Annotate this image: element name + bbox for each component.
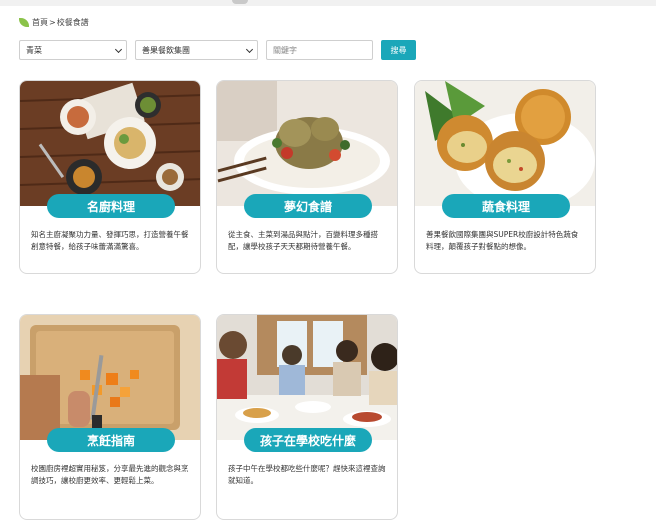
card-title-badge: 烹飪指南 — [47, 428, 175, 452]
recipe-card-dream[interactable]: 夢幻食譜 從主食、主菜到湯品與點汁，百變料理多種搭配，讓學校孩子天天都期待營養午… — [216, 80, 398, 274]
card-description: 從主食、主菜到湯品與點汁，百變料理多種搭配，讓學校孩子天天都期待營養午餐。 — [228, 230, 378, 251]
brand-select[interactable]: 善果餐飲集團 — [135, 40, 258, 60]
recipe-card-chef[interactable]: 名廚料理 知名主廚凝聚功力量、發揮巧思，打造營養午餐創意特餐，給孩子味蕾滿滿驚喜… — [19, 80, 201, 274]
brand-select-value: 善果餐飲集團 — [142, 45, 190, 55]
top-bar — [0, 0, 656, 6]
search-button[interactable]: 搜尋 — [381, 40, 416, 60]
card-description: 校園廚房裡超實用秘笈，分享最先進的觀念與烹調技巧，讓校廚更效率、更輕鬆上菜。 — [31, 464, 189, 485]
leaf-icon — [19, 17, 29, 27]
dream-recipe-photo — [217, 81, 397, 206]
card-description: 知名主廚凝聚功力量、發揮巧思，打造營養午餐創意特餐，給孩子味蕾滿滿驚喜。 — [31, 230, 189, 251]
chevron-down-icon — [245, 45, 254, 54]
card-title-badge: 孩子在學校吃什麼 — [244, 428, 372, 452]
breadcrumb: 首頁 > 校餐食譜 — [19, 15, 89, 29]
recipe-card-school-lunch[interactable]: 孩子在學校吃什麼 孩子中午在學校都吃些什麼呢？趕快來這裡查詢就知道。 — [216, 314, 398, 520]
breadcrumb-separator: > — [49, 17, 56, 27]
category-select-value: 青菜 — [26, 45, 42, 55]
keyword-field[interactable] — [266, 40, 373, 60]
recipe-card-vegetarian[interactable]: 蔬食料理 善果餐飲國際集團與SUPER校廚設計特色蔬食料理，顛覆孩子對餐點的想像… — [414, 80, 596, 274]
vegetarian-dish-photo — [415, 81, 595, 206]
category-select[interactable]: 青菜 — [19, 40, 127, 60]
keyword-input[interactable] — [273, 45, 366, 55]
card-description: 孩子中午在學校都吃些什麼呢？趕快來這裡查詢就知道。 — [228, 464, 386, 485]
chevron-down-icon — [114, 45, 123, 54]
card-description: 善果餐飲國際集團與SUPER校廚設計特色蔬食料理，顛覆孩子對餐點的想像。 — [426, 230, 579, 251]
breadcrumb-current: 校餐食譜 — [56, 17, 89, 27]
card-title-badge: 名廚料理 — [47, 194, 175, 218]
school-lunch-photo — [217, 315, 397, 440]
recipe-card-cooking-guide[interactable]: 烹飪指南 校園廚房裡超實用秘笈，分享最先進的觀念與烹調技巧，讓校廚更效率、更輕鬆… — [19, 314, 201, 520]
breadcrumb-home-link[interactable]: 首頁 — [32, 17, 48, 28]
card-title-badge: 蔬食料理 — [442, 194, 570, 218]
cooking-guide-photo — [20, 315, 200, 440]
card-title-badge: 夢幻食譜 — [244, 194, 372, 218]
top-bar-indicator — [232, 0, 248, 4]
chef-dishes-photo — [20, 81, 200, 206]
